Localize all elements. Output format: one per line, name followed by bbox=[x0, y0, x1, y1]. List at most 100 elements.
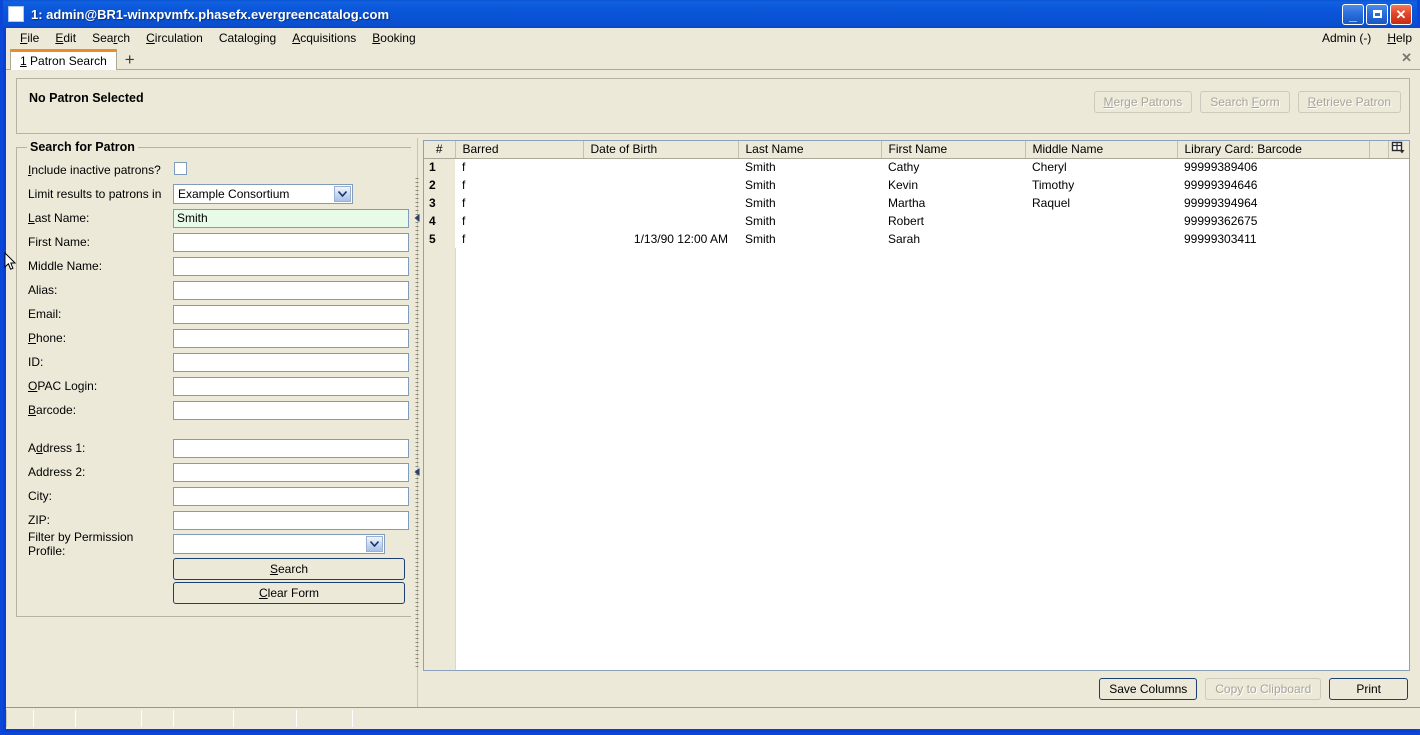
city-field[interactable] bbox=[173, 486, 409, 506]
table-row[interactable]: 4 f Smith Robert 99999362675 bbox=[424, 212, 1409, 230]
alias-field[interactable] bbox=[173, 280, 409, 300]
print-button[interactable]: Print bbox=[1329, 678, 1408, 700]
search-fieldset-legend: Search for Patron bbox=[30, 140, 135, 154]
zip-field[interactable] bbox=[173, 510, 409, 530]
menu-acquisitions[interactable]: Acquisitions bbox=[284, 29, 364, 47]
search-form-button[interactable]: Search Form bbox=[1200, 91, 1290, 113]
phone-control bbox=[173, 328, 409, 348]
cell-filler bbox=[1388, 194, 1409, 212]
opac-login-field[interactable] bbox=[173, 376, 409, 396]
cell-filler bbox=[1369, 158, 1388, 176]
results-grid-inner: # Barred Date of Birth Last Name First N… bbox=[424, 141, 1409, 248]
menu-admin[interactable]: Admin (-) bbox=[1314, 29, 1379, 47]
retrieve-patron-button[interactable]: Retrieve Patron bbox=[1297, 91, 1401, 113]
permission-profile-control bbox=[173, 534, 409, 554]
menu-booking[interactable]: Booking bbox=[364, 29, 423, 47]
splitter-collapse-arrow-icon[interactable] bbox=[414, 468, 420, 476]
column-header-first-name[interactable]: First Name bbox=[881, 141, 1026, 159]
column-header-filler bbox=[1369, 141, 1389, 159]
cell-last-name: Smith bbox=[738, 176, 881, 194]
table-body: 1 f Smith Cathy Cheryl 99999389406 2 f S… bbox=[424, 158, 1409, 248]
phone-row: Phone: bbox=[25, 326, 409, 350]
cell-dob bbox=[583, 158, 738, 176]
column-header-library-card-barcode[interactable]: Library Card: Barcode bbox=[1177, 141, 1370, 159]
splitter-grip[interactable] bbox=[415, 178, 419, 667]
address-1-row: Address 1: bbox=[25, 436, 409, 460]
tab-label: Patron Search bbox=[30, 54, 107, 68]
zip-label: ZIP: bbox=[28, 513, 51, 527]
splitter-collapse-arrow-icon[interactable] bbox=[414, 214, 420, 222]
cell-barred: f bbox=[455, 176, 583, 194]
table-row[interactable]: 5 f 1/13/90 12:00 AM Smith Sarah 9999930… bbox=[424, 230, 1409, 248]
column-header-barred[interactable]: Barred bbox=[455, 141, 584, 159]
clear-form-button[interactable]: Clear Form bbox=[173, 582, 405, 604]
middle-name-field[interactable] bbox=[173, 256, 409, 276]
cell-barcode: 99999394964 bbox=[1177, 194, 1369, 212]
id-field[interactable] bbox=[173, 352, 409, 372]
table-row[interactable]: 3 f Smith Martha Raquel 99999394964 bbox=[424, 194, 1409, 212]
limit-results-select[interactable]: Example Consortium bbox=[173, 184, 353, 204]
save-columns-button[interactable]: Save Columns bbox=[1099, 678, 1198, 700]
merge-patrons-button[interactable]: Merge Patrons bbox=[1093, 91, 1193, 113]
cell-middle-name: Timothy bbox=[1025, 176, 1177, 194]
alias-row: Alias: bbox=[25, 278, 409, 302]
menu-cataloging[interactable]: Cataloging bbox=[211, 29, 284, 47]
chevron-down-icon[interactable] bbox=[366, 536, 383, 552]
barcode-field[interactable] bbox=[173, 400, 409, 420]
last-name-field[interactable] bbox=[173, 208, 409, 228]
city-control bbox=[173, 486, 409, 506]
middle-name-label: Middle Name: bbox=[28, 259, 103, 273]
include-inactive-checkbox[interactable] bbox=[174, 162, 187, 175]
copy-to-clipboard-button[interactable]: Copy to Clipboard bbox=[1205, 678, 1322, 700]
city-row: City: bbox=[25, 484, 409, 508]
maximize-button[interactable] bbox=[1366, 3, 1388, 25]
address-2-field[interactable] bbox=[173, 462, 409, 482]
menu-circulation[interactable]: Circulation bbox=[138, 29, 211, 47]
column-picker-button[interactable] bbox=[1388, 141, 1409, 159]
cell-filler bbox=[1388, 176, 1409, 194]
include-inactive-row: Include inactive patrons? bbox=[25, 158, 409, 182]
results-table: # Barred Date of Birth Last Name First N… bbox=[424, 141, 1409, 248]
cell-dob bbox=[583, 212, 738, 230]
email-control bbox=[173, 304, 409, 324]
cell-filler bbox=[1388, 212, 1409, 230]
search-button[interactable]: Search bbox=[173, 558, 405, 580]
last-name-control bbox=[173, 208, 409, 228]
cell-barred: f bbox=[455, 194, 583, 212]
cell-first-name: Sarah bbox=[881, 230, 1025, 248]
cell-last-name: Smith bbox=[738, 212, 881, 230]
close-button[interactable]: ✕ bbox=[1390, 3, 1412, 25]
first-name-field[interactable] bbox=[173, 232, 409, 252]
new-tab-button[interactable]: + bbox=[125, 51, 135, 68]
maximize-icon bbox=[1367, 5, 1387, 24]
column-header-middle-name[interactable]: Middle Name bbox=[1025, 141, 1178, 159]
column-header-number[interactable]: # bbox=[424, 141, 456, 159]
search-button-row: Search bbox=[25, 556, 409, 580]
column-header-dob[interactable]: Date of Birth bbox=[583, 141, 739, 159]
middle-name-row: Middle Name: bbox=[25, 254, 409, 278]
chevron-down-icon[interactable] bbox=[334, 186, 351, 202]
email-field[interactable] bbox=[173, 304, 409, 324]
clear-button-row: Clear Form bbox=[25, 580, 409, 604]
cell-first-name: Martha bbox=[881, 194, 1025, 212]
phone-field[interactable] bbox=[173, 328, 409, 348]
barcode-row: Barcode: bbox=[25, 398, 409, 422]
menu-search[interactable]: Search bbox=[84, 29, 138, 47]
app-window-icon bbox=[8, 6, 24, 22]
table-row[interactable]: 1 f Smith Cathy Cheryl 99999389406 bbox=[424, 158, 1409, 176]
include-inactive-control bbox=[173, 162, 409, 178]
address-1-field[interactable] bbox=[173, 438, 409, 458]
menu-help[interactable]: Help bbox=[1379, 29, 1420, 47]
permission-profile-select[interactable] bbox=[173, 534, 385, 554]
minimize-icon: _ bbox=[1349, 6, 1357, 23]
minimize-button[interactable]: _ bbox=[1342, 3, 1364, 25]
menu-file[interactable]: File bbox=[12, 29, 47, 47]
pane-splitter[interactable] bbox=[411, 138, 423, 707]
tab-patron-search[interactable]: 1 Patron Search bbox=[10, 49, 117, 70]
column-header-last-name[interactable]: Last Name bbox=[738, 141, 882, 159]
search-pane: Search for Patron Include inactive patro… bbox=[16, 138, 418, 707]
cell-filler bbox=[1369, 230, 1388, 248]
table-row[interactable]: 2 f Smith Kevin Timothy 99999394646 bbox=[424, 176, 1409, 194]
menu-edit[interactable]: Edit bbox=[47, 29, 84, 47]
close-tab-icon[interactable]: ✕ bbox=[1401, 50, 1412, 66]
